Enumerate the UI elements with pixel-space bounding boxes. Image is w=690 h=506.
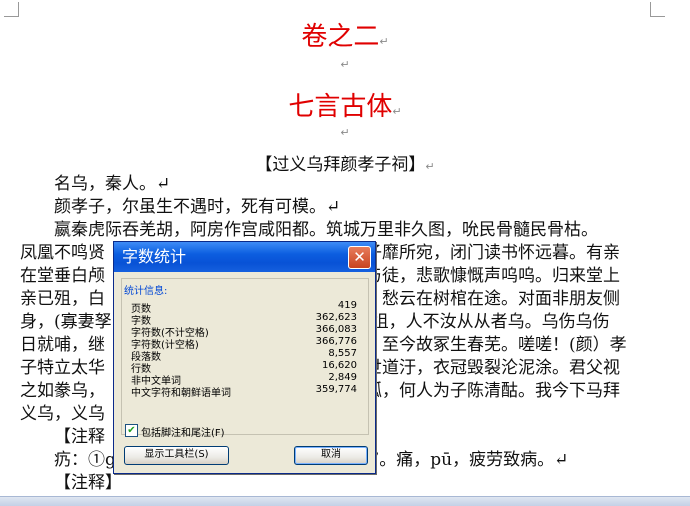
stat-row: 段落数 8,557 [131,348,357,363]
line-text-continued: 肯徂，人不汝从从者乌。乌伤乌伤 [354,312,610,332]
line-text-continued: 狐，何人为子陈清酤。我今下马拜 [365,381,620,401]
poem-title: 【过义乌拜颜孝子祠】↵ [255,155,435,175]
stat-row: 字符数(计空格) 366,776 [131,336,357,351]
show-toolbar-button[interactable]: 显示工具栏(S) [124,446,229,465]
stat-value: 2,849 [328,372,357,383]
line-text: 名乌，秦人。↵ [54,174,171,194]
dialog-title: 字数统计 [122,247,187,266]
line-text: 身，(寡妻孥 [20,312,112,332]
line-text-continued: ，至今故冢生春芜。嗟嗟！(颜）孝 [365,335,627,355]
line-text-continued: 与徒，悲歌慷慨声呜呜。归来堂上 [365,266,620,286]
stat-row: 行数 16,620 [131,360,357,375]
volume-title: 卷之二↵ [301,22,389,52]
body-text-line: 名乌，秦人。↵ [54,173,674,196]
stat-value: 419 [337,300,357,311]
stat-value: 16,620 [322,360,357,371]
line-text: 日就哺，继 [20,335,105,355]
stat-value: 366,083 [315,324,357,335]
word-count-dialog[interactable]: 字数统计 ✕ 统计信息: 页数 419 字数 362,623 字符数(不计空格) 366,… [113,241,376,474]
body-text-line: 嬴秦虎际吞羌胡，阿房作宫咸阳都。筑城万里非久图，吮民骨髓民骨枯。 [54,219,674,242]
section-title: 七言古体↵ [288,92,402,122]
stat-value: 359,774 [315,384,357,395]
close-icon: ✕ [353,248,366,266]
cancel-button[interactable]: 取消 [294,446,368,465]
close-button[interactable]: ✕ [348,246,371,269]
stat-label: 中文字符和朝鲜语单词 [131,388,231,399]
line-text: 子特立太华 [20,358,105,378]
dialog-titlebar[interactable]: 字数统计 ✕ [114,242,375,272]
line-text: 义乌，义乌 [20,404,105,424]
line-text: 之如豢乌， [20,381,105,401]
stat-row: 字符数(不计空格) 366,083 [131,324,357,339]
stat-row: 页数 419 [131,300,357,315]
paragraph-mark: ↵ [340,126,350,139]
line-text-continued: 世道汙，衣冠毁裂沦泥涂。君父视 [365,358,620,378]
line-text: 亲已殂，白 [20,289,105,309]
line-text-continued: 子靡所宛，闭门读书怀远暮。有亲 [365,243,620,263]
body-text-line: 【注释】 [54,472,674,495]
line-text: 嬴秦虎际吞羌胡，阿房作宫咸阳都。筑城万里非久图，吮民骨髓民骨枯。 [54,220,598,240]
paragraph-mark: ↵ [340,58,350,71]
line-text: 颜孝子，尔虽生不遇时，死有可模。↵ [54,197,341,217]
stat-row: 字数 362,623 [131,312,357,327]
checkbox-check-icon[interactable]: ✔ [125,424,138,437]
line-text: 凤凰不鸣贤 [20,243,105,263]
page-corner-mark-left [4,2,19,17]
stat-value: 366,776 [315,336,357,347]
stat-row: 非中文单词 2,849 [131,372,357,387]
stat-value: 8,557 [328,348,357,359]
line-text: 在堂垂白颅 [20,266,105,286]
body-text-line: 颜孝子，尔虽生不遇时，死有可模。↵ [54,196,674,219]
stat-value: 362,623 [315,312,357,323]
line-text: 【注释 [54,427,105,447]
statistics-group-label: 统计信息: [124,286,168,297]
page-corner-mark-right [650,2,665,17]
line-text: 【注释】 [54,473,122,493]
include-footnotes-label: 包括脚注和尾注(F) [141,428,225,439]
line-text-continued: ，愁云在树棺在途。对面非朋友侧 [365,289,620,309]
stat-row: 中文字符和朝鲜语单词 359,774 [131,384,357,399]
